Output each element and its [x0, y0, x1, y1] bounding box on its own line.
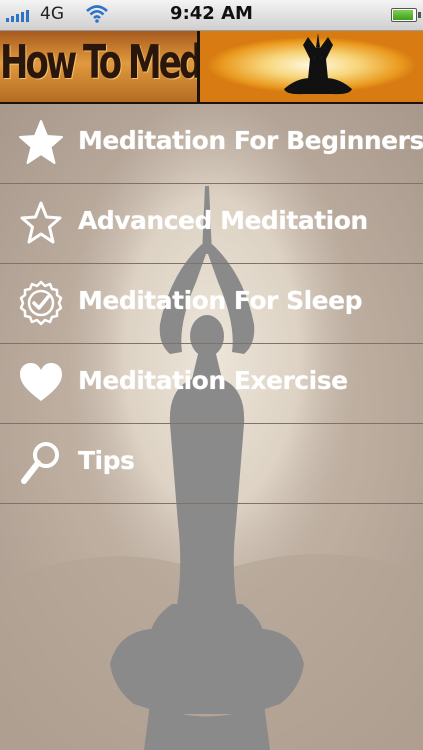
menu-item-meditation-exercise[interactable]: Meditation Exercise — [0, 344, 423, 424]
menu-label: Advanced Meditation — [78, 206, 368, 235]
battery-icon — [391, 8, 421, 22]
app-header: How To Meditate — [0, 31, 423, 104]
menu-label: Tips — [78, 446, 135, 475]
menu-list: Meditation For Beginners Advanced Medita… — [0, 104, 423, 504]
menu-item-meditation-for-sleep[interactable]: Meditation For Sleep — [0, 264, 423, 344]
status-time: 9:42 AM — [170, 3, 253, 24]
header-meditation-image — [200, 31, 423, 102]
menu-content: Meditation For Beginners Advanced Medita… — [0, 104, 423, 750]
menu-label: Meditation Exercise — [78, 366, 348, 395]
star-outline-icon — [20, 201, 62, 244]
magnifier-icon — [21, 442, 59, 484]
star-filled-icon — [19, 120, 63, 164]
menu-label: Meditation For Beginners — [78, 126, 423, 155]
app-screen: 4G 9:42 AM How To Meditate — [0, 0, 423, 750]
status-bar: 4G 9:42 AM — [0, 0, 423, 31]
menu-item-advanced-meditation[interactable]: Advanced Meditation — [0, 184, 423, 264]
meditating-figure-icon — [284, 33, 352, 95]
menu-item-tips[interactable]: Tips — [0, 424, 423, 504]
menu-label: Meditation For Sleep — [78, 286, 362, 315]
heart-icon — [20, 363, 62, 401]
badge-check-icon — [19, 280, 63, 326]
app-title: How To Meditate — [0, 36, 200, 90]
header-title-banner: How To Meditate — [0, 31, 200, 102]
menu-item-meditation-for-beginners[interactable]: Meditation For Beginners — [0, 104, 423, 184]
